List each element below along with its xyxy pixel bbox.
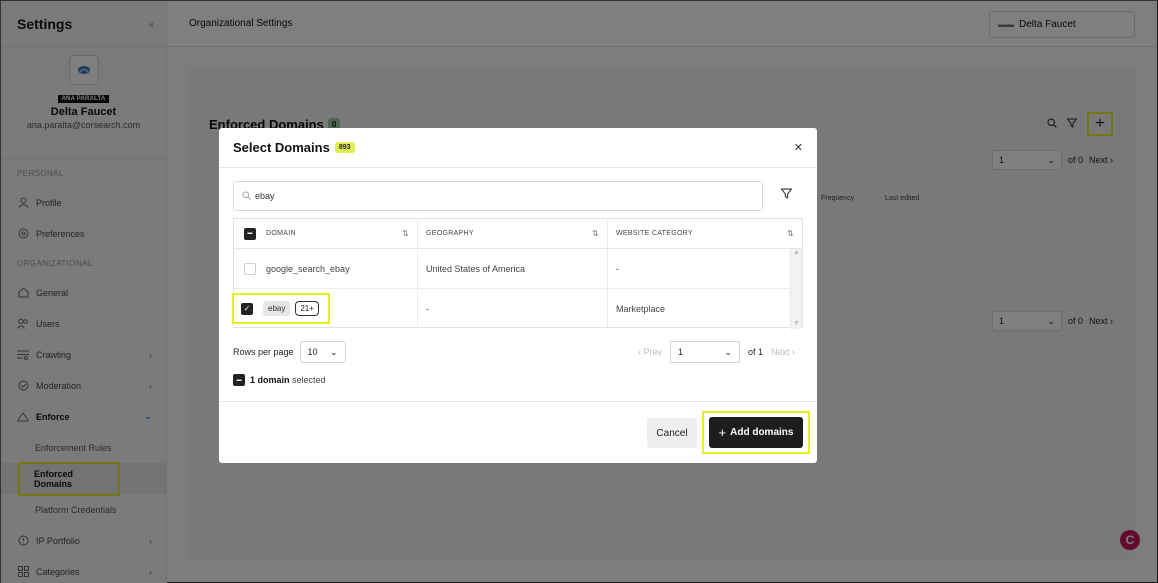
scroll-down-icon[interactable]: ▼ xyxy=(791,320,802,327)
modal-footer: Cancel + Add domains xyxy=(219,401,817,463)
page-value: 1 xyxy=(677,347,683,357)
rows-per-page: Rows per page 10 ⌄ xyxy=(233,341,346,363)
filter-icon[interactable] xyxy=(780,188,793,202)
chevron-down-icon: ⌄ xyxy=(724,346,732,357)
add-domains-label: Add domains xyxy=(730,427,794,438)
scrollbar[interactable]: ▲ ▼ xyxy=(790,249,802,329)
rows-per-page-select[interactable]: 10 ⌄ xyxy=(299,341,346,363)
cell-domain: ebay xyxy=(263,301,291,316)
modal-pager: ‹ Prev 1 ⌄ of 1 Next › xyxy=(638,341,795,363)
select-all-checkbox[interactable]: ━ xyxy=(244,227,256,240)
selected-row-highlight: ✓ ebay 21+ xyxy=(232,293,330,324)
page-of: of 1 xyxy=(747,347,763,357)
app-window: Settings « ANA PARALTA Delta Faucet ana.… xyxy=(0,0,1158,583)
sort-icon[interactable]: ⇅ xyxy=(592,229,599,238)
row-checkbox[interactable] xyxy=(244,262,256,275)
selection-summary: ━ 1 domain selected xyxy=(233,374,326,386)
clear-selection-checkbox[interactable]: ━ xyxy=(233,374,245,386)
search-value: ebay xyxy=(255,191,275,201)
table-row[interactable]: google_search_ebay United States of Amer… xyxy=(234,249,802,289)
cell-domain: google_search_ebay xyxy=(266,263,350,274)
page-select[interactable]: 1 ⌄ xyxy=(669,341,740,363)
row-checkbox[interactable]: ✓ xyxy=(241,302,253,315)
age-tag: 21+ xyxy=(295,301,319,316)
add-domains-highlight: + Add domains xyxy=(702,411,810,454)
prev-button[interactable]: ‹ Prev xyxy=(638,347,662,357)
table-header: ━ DOMAIN ⇅ GEOGRAPHY ⇅ WEBSITE CATEGORY ⇅ xyxy=(234,219,802,249)
domains-table: ━ DOMAIN ⇅ GEOGRAPHY ⇅ WEBSITE CATEGORY ⇅ g… xyxy=(232,218,803,329)
cancel-button[interactable]: Cancel xyxy=(647,418,697,448)
cell-geography: - xyxy=(426,304,429,314)
selected-label: selected xyxy=(292,375,326,385)
add-domains-button[interactable]: + Add domains xyxy=(709,417,803,448)
modal-header: Select Domains 893 ✕ xyxy=(219,128,817,168)
cell-geography: United States of America xyxy=(426,263,526,274)
rows-per-page-value: 10 xyxy=(307,347,318,357)
modal-title: Select Domains xyxy=(233,140,330,155)
search-input[interactable]: ebay xyxy=(233,181,763,211)
close-icon[interactable]: ✕ xyxy=(794,141,803,154)
column-header-domain: DOMAIN xyxy=(266,230,296,237)
search-icon xyxy=(242,190,251,202)
sort-icon[interactable]: ⇅ xyxy=(402,229,409,238)
sort-icon[interactable]: ⇅ xyxy=(787,229,794,238)
select-domains-modal: Select Domains 893 ✕ ebay ━ DOMAIN ⇅ GEOG… xyxy=(219,128,817,463)
selected-count: 1 domain xyxy=(250,375,290,385)
chevron-down-icon: ⌄ xyxy=(330,346,338,357)
scroll-up-icon[interactable]: ▲ xyxy=(791,249,802,256)
cell-category: Marketplace xyxy=(616,304,666,314)
table-row[interactable]: ✓ ebay 21+ - Marketplace xyxy=(232,289,802,329)
column-header-geography: GEOGRAPHY xyxy=(426,230,474,237)
rows-per-page-label: Rows per page xyxy=(233,347,294,357)
domains-count-badge: 893 xyxy=(334,142,355,153)
plus-icon: + xyxy=(718,425,727,440)
next-button[interactable]: Next › xyxy=(771,347,795,357)
cell-category: - xyxy=(616,263,619,274)
column-header-category: WEBSITE CATEGORY xyxy=(616,230,693,237)
